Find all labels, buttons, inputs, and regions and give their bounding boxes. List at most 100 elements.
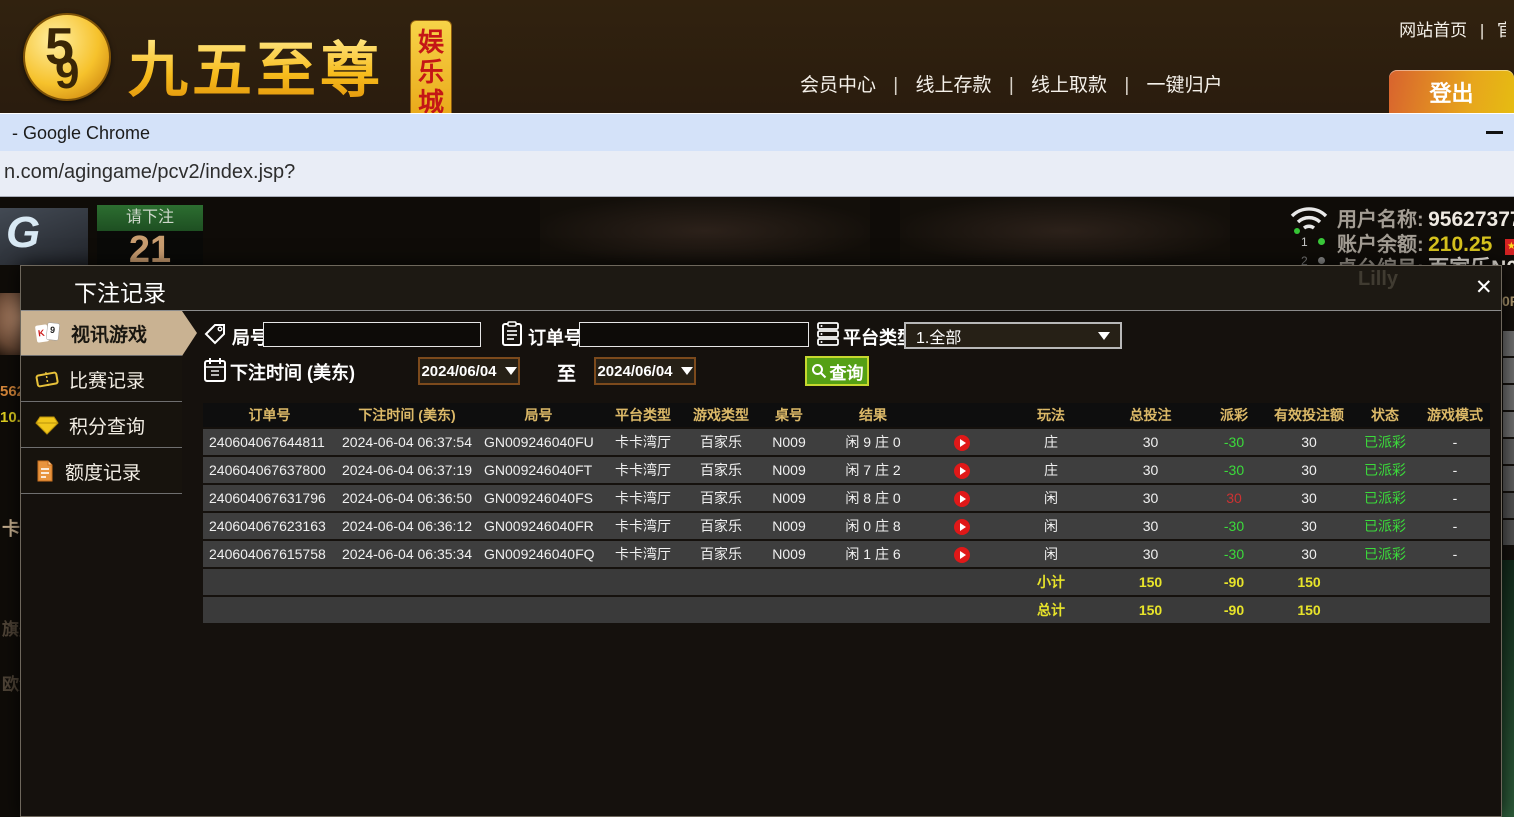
sidebar-item-label: 积分查询	[69, 412, 145, 439]
chrome-titlebar[interactable]: - Google Chrome	[0, 113, 1514, 151]
table-row: 240604067644811 2024-06-04 06:37:54 GN00…	[203, 429, 1490, 455]
cell-play: 闲	[1001, 485, 1101, 511]
cell-mode: -	[1420, 513, 1490, 539]
play-icon[interactable]	[954, 491, 970, 507]
nav-member-center[interactable]: 会员中心	[800, 75, 876, 96]
home-link[interactable]: 网站首页	[1399, 21, 1467, 40]
cell-result: 闲 8 庄 0	[823, 485, 923, 511]
subtotal-valid: 150	[1268, 569, 1350, 595]
dropdown-arrow-icon	[1098, 332, 1110, 340]
play-icon[interactable]	[954, 435, 970, 451]
cell-valid: 30	[1268, 513, 1350, 539]
search-button[interactable]: 查询	[805, 356, 869, 386]
cell-game: 百家乐	[687, 541, 755, 567]
cell-status: 已派彩	[1350, 513, 1420, 539]
bg-fragment: 旗舰厅	[2, 615, 20, 640]
cell-order: 240604067631796	[203, 485, 336, 511]
ticket-icon	[35, 369, 59, 389]
total-label: 总计	[1001, 597, 1101, 623]
sidebar-item-points-query[interactable]: 积分查询	[21, 403, 182, 448]
cell-payout: -30	[1200, 429, 1268, 455]
url-text: n.com/agingame/pcv2/index.jsp?	[4, 161, 295, 184]
col-round: 局号	[478, 403, 599, 427]
cell-time: 2024-06-04 06:37:19	[336, 457, 478, 483]
document-icon	[35, 460, 55, 482]
seat-number-1: 1	[1301, 235, 1308, 249]
sidebar-item-label: 视讯游戏	[71, 320, 147, 347]
search-button-label: 查询	[830, 359, 864, 384]
minimize-icon[interactable]	[1486, 131, 1503, 134]
order-number-label: 订单号	[528, 324, 582, 350]
cell-game: 百家乐	[687, 485, 755, 511]
platform-type-value: 1.全部	[916, 324, 961, 348]
col-time: 下注时间 (美东)	[336, 403, 478, 427]
bg-fragment: 0F	[1502, 293, 1514, 309]
subtotal-payout: -90	[1200, 569, 1268, 595]
modal-title: 下注记录	[74, 274, 166, 308]
sidebar-item-match-records[interactable]: 比赛记录	[21, 357, 182, 402]
platform-type-select[interactable]: 1.全部	[904, 322, 1122, 349]
cell-mode: -	[1420, 457, 1490, 483]
cell-table: N009	[755, 457, 823, 483]
cell-play: 庄	[1001, 429, 1101, 455]
col-payout: 派彩	[1200, 403, 1268, 427]
cell-order: 240604067644811	[203, 429, 336, 455]
dropdown-arrow-icon	[681, 367, 693, 375]
bg-fragment: 562	[0, 383, 20, 400]
total-row: 总计 150 -90 150	[203, 597, 1490, 623]
chrome-urlbar[interactable]: n.com/agingame/pcv2/index.jsp?	[0, 151, 1514, 197]
nav-one-key-transfer[interactable]: 一键归户	[1147, 75, 1223, 96]
logout-button[interactable]: 登出	[1389, 70, 1514, 113]
nav-online-deposit[interactable]: 线上存款	[916, 75, 992, 96]
table-header-row: 订单号 下注时间 (美东) 局号 平台类型 游戏类型 桌号 结果 玩法 总投注 …	[203, 403, 1490, 427]
screen: 5 9 九五至尊 娱乐城 网站首页 | 官 会员中心 | 线上存款 | 线上取款…	[0, 0, 1514, 817]
subtotal-bet: 150	[1101, 569, 1200, 595]
sidebar-item-quota-records[interactable]: 额度记录	[21, 449, 182, 494]
cell-time: 2024-06-04 06:35:34	[336, 541, 478, 567]
play-icon[interactable]	[954, 547, 970, 563]
bg-row-fragment	[1503, 493, 1514, 518]
bg-row-fragment	[1503, 358, 1514, 383]
nav-online-withdraw[interactable]: 线上取款	[1031, 75, 1107, 96]
bg-fragment: 卡	[2, 515, 20, 541]
cell-result: 闲 1 庄 6	[823, 541, 923, 567]
cell-platform: 卡卡湾厅	[599, 457, 687, 483]
link-separator: |	[1480, 21, 1484, 40]
round-number-input[interactable]	[263, 322, 481, 347]
timer-label: 请下注	[97, 205, 203, 231]
play-icon[interactable]	[954, 519, 970, 535]
cell-payout: -30	[1200, 513, 1268, 539]
col-game-mode: 游戏模式	[1420, 403, 1490, 427]
cell-replay	[923, 457, 1001, 483]
brand-badge: 娱乐城	[410, 20, 452, 113]
brand-monogram-2: 9	[55, 49, 79, 99]
table-row: 240604067631796 2024-06-04 06:36:50 GN00…	[203, 485, 1490, 511]
bg-fragment: 10.	[0, 409, 20, 426]
right-background-strip: 0F	[1502, 265, 1514, 817]
cell-mode: -	[1420, 429, 1490, 455]
subtotal-empty	[1420, 569, 1490, 595]
bg-row-fragment	[1503, 412, 1514, 437]
cell-mode: -	[1420, 541, 1490, 567]
sidebar-item-video-games[interactable]: K 9 视讯游戏	[21, 311, 182, 356]
cell-status: 已派彩	[1350, 541, 1420, 567]
bg-row-fragment	[1503, 466, 1514, 491]
date-from-select[interactable]: 2024/06/04	[418, 357, 520, 385]
cell-status: 已派彩	[1350, 429, 1420, 455]
sidebar-item-label: 比赛记录	[69, 366, 145, 393]
seat-dot-gray	[1318, 257, 1325, 264]
cell-replay	[923, 485, 1001, 511]
wifi-icon	[1288, 203, 1330, 235]
col-order: 订单号	[203, 403, 336, 427]
cell-bet: 30	[1101, 429, 1200, 455]
tag-icon	[203, 322, 227, 346]
cell-result: 闲 9 庄 0	[823, 429, 923, 455]
date-to-select[interactable]: 2024/06/04	[594, 357, 696, 385]
order-number-input[interactable]	[579, 322, 809, 347]
cell-platform: 卡卡湾厅	[599, 485, 687, 511]
cell-replay	[923, 541, 1001, 567]
col-replay	[923, 403, 1001, 427]
play-icon[interactable]	[954, 463, 970, 479]
close-icon[interactable]: ✕	[1469, 275, 1499, 300]
cell-payout: -30	[1200, 541, 1268, 567]
